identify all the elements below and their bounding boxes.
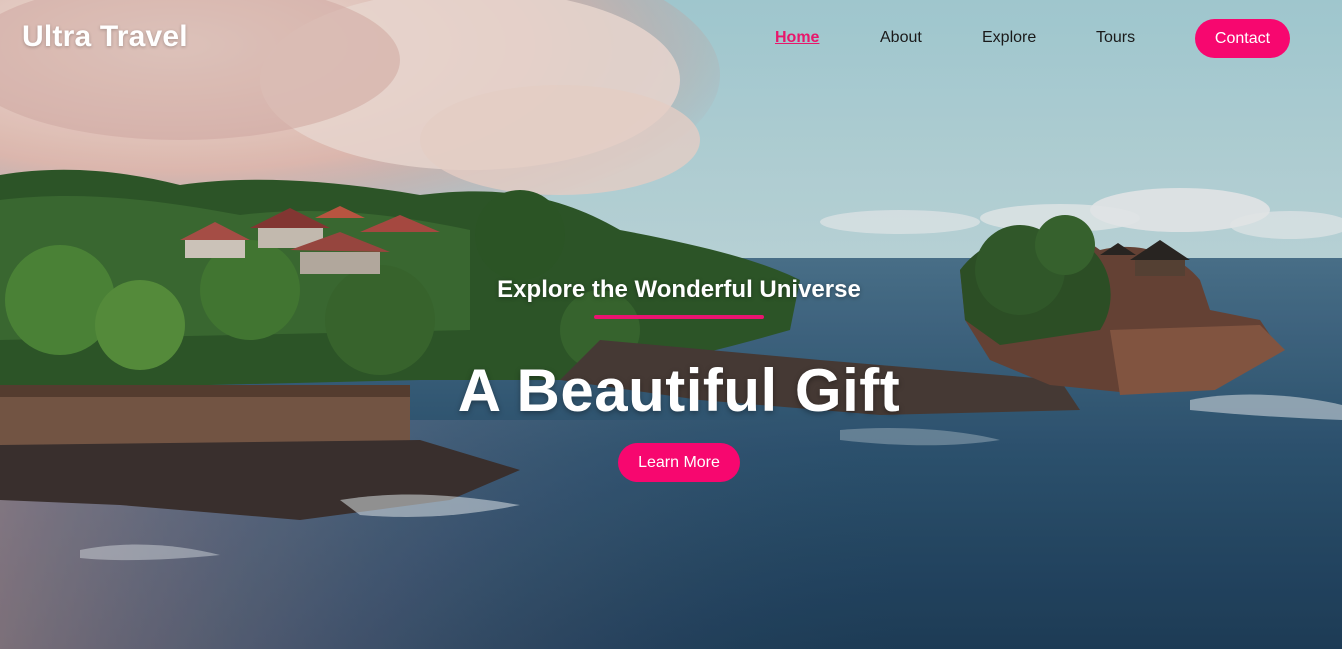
top-navbar: Ultra Travel Home About Explore Tours Co… [0, 0, 1342, 78]
nav-link-explore[interactable]: Explore [982, 29, 1036, 47]
nav-link-about[interactable]: About [880, 29, 922, 47]
learn-more-button[interactable]: Learn More [618, 443, 740, 482]
hero-subtitle: Explore the Wonderful Universe [497, 276, 861, 303]
hero-background-image [0, 0, 1342, 649]
subtitle-underline-divider [594, 315, 764, 319]
site-logo[interactable]: Ultra Travel [22, 20, 188, 54]
hero-headline: A Beautiful Gift [457, 357, 901, 424]
contact-button[interactable]: Contact [1195, 19, 1290, 58]
nav-link-tours[interactable]: Tours [1096, 29, 1135, 47]
hero-section: Ultra Travel Home About Explore Tours Co… [0, 0, 1342, 649]
nav-link-home[interactable]: Home [775, 29, 819, 47]
